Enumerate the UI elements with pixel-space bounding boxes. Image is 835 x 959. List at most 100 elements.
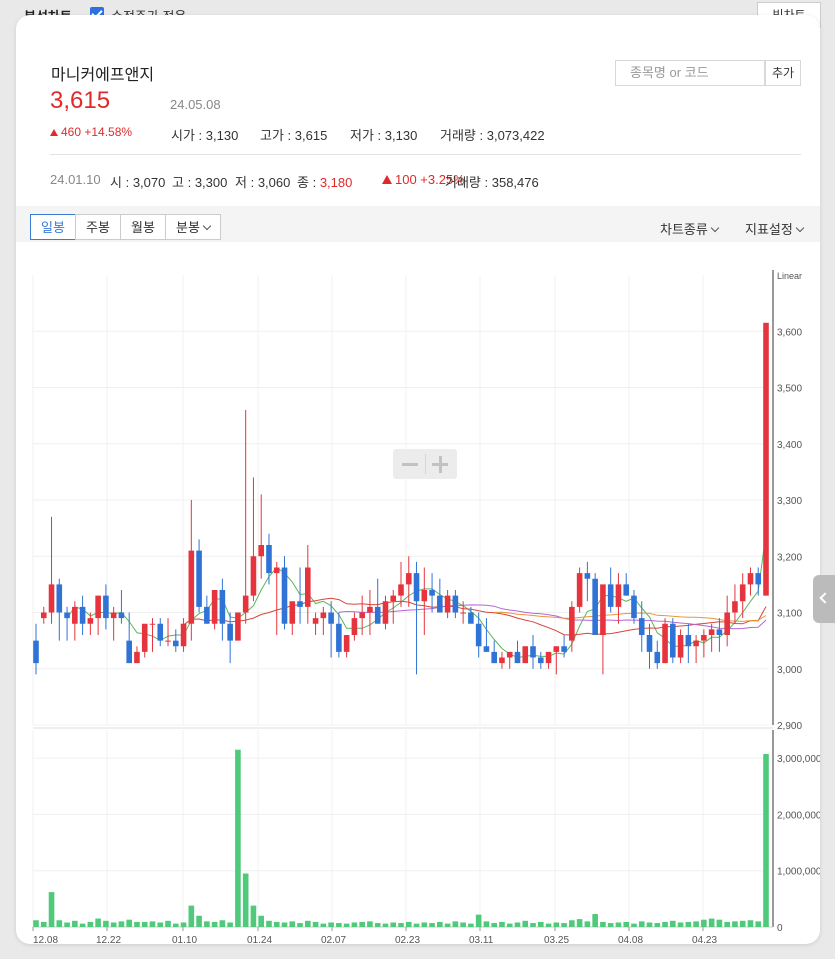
indicator-settings-menu[interactable]: 지표설정 bbox=[745, 219, 805, 238]
candle-body bbox=[452, 595, 459, 613]
candle-body bbox=[607, 584, 614, 607]
volume-bar bbox=[499, 921, 505, 927]
candle-body bbox=[530, 646, 536, 658]
volume-bar bbox=[266, 920, 272, 927]
chart-panel: 마니커에프앤지 3,615 24.05.08 460 +14.58% 시가 : … bbox=[16, 15, 820, 944]
volume-bar bbox=[103, 920, 109, 927]
candle-body bbox=[553, 646, 560, 652]
volume-bar bbox=[553, 922, 560, 927]
zoom-divider bbox=[425, 454, 426, 474]
volume-bar bbox=[654, 923, 661, 927]
x-tick-label: 04.08 bbox=[618, 935, 643, 944]
stock-search-input[interactable]: 종목명 or 코드 bbox=[615, 60, 765, 86]
candle-body bbox=[468, 612, 474, 624]
volume-bar bbox=[48, 892, 55, 927]
candle-body bbox=[48, 584, 55, 613]
candle-body bbox=[475, 623, 482, 647]
volume-stat: 거래량 : 3,073,422 bbox=[440, 128, 545, 143]
candle-body bbox=[172, 640, 179, 647]
candle-body bbox=[569, 606, 575, 641]
history-close: 종 : 3,180 bbox=[297, 175, 353, 190]
volume-bar bbox=[336, 923, 342, 927]
volume-bar bbox=[475, 914, 482, 927]
candle-body bbox=[413, 573, 420, 602]
candle-body bbox=[103, 595, 109, 619]
candle-body bbox=[724, 612, 730, 635]
volume-bar bbox=[64, 922, 70, 927]
candle-body bbox=[56, 584, 63, 613]
tab-daily[interactable]: 일봉 bbox=[30, 214, 76, 240]
chart-type-menu[interactable]: 차트종류 bbox=[660, 219, 720, 238]
volume-bar bbox=[732, 921, 738, 927]
volume-bar bbox=[561, 923, 567, 927]
zoom-in-icon[interactable] bbox=[438, 456, 442, 473]
volume-bar bbox=[576, 919, 583, 927]
side-panel-toggle[interactable] bbox=[813, 575, 835, 623]
volume-bar bbox=[250, 905, 257, 927]
history-open: 시 : 3,070 bbox=[110, 175, 166, 190]
candle-body bbox=[421, 590, 428, 602]
candle-body bbox=[367, 606, 373, 613]
x-tick-label: 02.23 bbox=[395, 935, 420, 944]
candle-body bbox=[670, 623, 676, 658]
candle-body bbox=[460, 612, 466, 614]
candle-body bbox=[141, 623, 148, 652]
candle-body bbox=[211, 590, 218, 624]
zoom-control bbox=[393, 449, 457, 479]
volume-bar bbox=[506, 923, 513, 927]
candle-body bbox=[312, 618, 319, 624]
tab-weekly[interactable]: 주봉 bbox=[75, 214, 121, 240]
volume-bar bbox=[638, 921, 645, 927]
history-high: 고 : 3,300 bbox=[172, 175, 228, 190]
candle-body bbox=[258, 545, 265, 557]
tab-monthly[interactable]: 월봉 bbox=[120, 214, 166, 240]
volume-bar bbox=[367, 921, 373, 927]
volume-bar bbox=[343, 923, 350, 927]
volume-bar bbox=[530, 923, 536, 927]
x-tick-label: 03.11 bbox=[469, 935, 494, 944]
y-tick-label: 3,200 bbox=[777, 552, 802, 563]
candle-body bbox=[320, 612, 327, 619]
candle-body bbox=[499, 657, 505, 664]
volume-bar bbox=[149, 921, 156, 927]
chevron-down-icon bbox=[795, 223, 805, 233]
candle-body bbox=[33, 640, 39, 664]
volume-bar bbox=[79, 923, 86, 927]
volume-bar bbox=[491, 923, 497, 927]
volume-bar bbox=[429, 923, 435, 927]
volume-bar bbox=[615, 922, 622, 927]
history-date: 24.01.10 bbox=[50, 172, 101, 187]
volume-tick-label: 1,000,000 bbox=[777, 867, 820, 878]
stock-name: 마니커에프앤지 bbox=[51, 67, 155, 84]
volume-bar bbox=[351, 922, 358, 927]
volume-bar bbox=[724, 921, 730, 927]
x-tick-label: 04.23 bbox=[692, 935, 717, 944]
current-price: 3,615 bbox=[50, 87, 111, 114]
volume-bar bbox=[413, 923, 420, 927]
candle-body bbox=[592, 578, 598, 635]
candle-body bbox=[739, 584, 746, 602]
candle-body bbox=[584, 573, 591, 579]
stock-chart[interactable]: 3,600 3,500 3,400 3,300 3,200 3,100 3,000 2,900… bbox=[16, 242, 820, 944]
candle-body bbox=[405, 573, 412, 585]
volume-bar bbox=[468, 923, 474, 927]
volume-bar bbox=[646, 922, 653, 927]
candle-body bbox=[235, 612, 241, 641]
candle-body bbox=[390, 595, 397, 602]
volume-bar bbox=[40, 921, 47, 927]
volume-bar bbox=[739, 920, 746, 927]
candle-body bbox=[297, 601, 303, 607]
candle-body bbox=[219, 590, 226, 624]
volume-bar bbox=[110, 922, 117, 927]
volume-bar bbox=[708, 918, 715, 927]
volume-bar bbox=[631, 923, 637, 927]
tab-minute[interactable]: 분봉 bbox=[165, 214, 221, 240]
volume-bar bbox=[452, 921, 459, 927]
y-tick-label: 3,500 bbox=[777, 384, 802, 395]
add-button[interactable]: 추가 bbox=[765, 60, 801, 86]
x-tick-label: 12.22 bbox=[96, 935, 121, 944]
candle-body bbox=[693, 640, 699, 647]
candle-body bbox=[685, 635, 692, 647]
zoom-out-icon[interactable] bbox=[402, 463, 418, 466]
candle-body bbox=[522, 646, 529, 664]
